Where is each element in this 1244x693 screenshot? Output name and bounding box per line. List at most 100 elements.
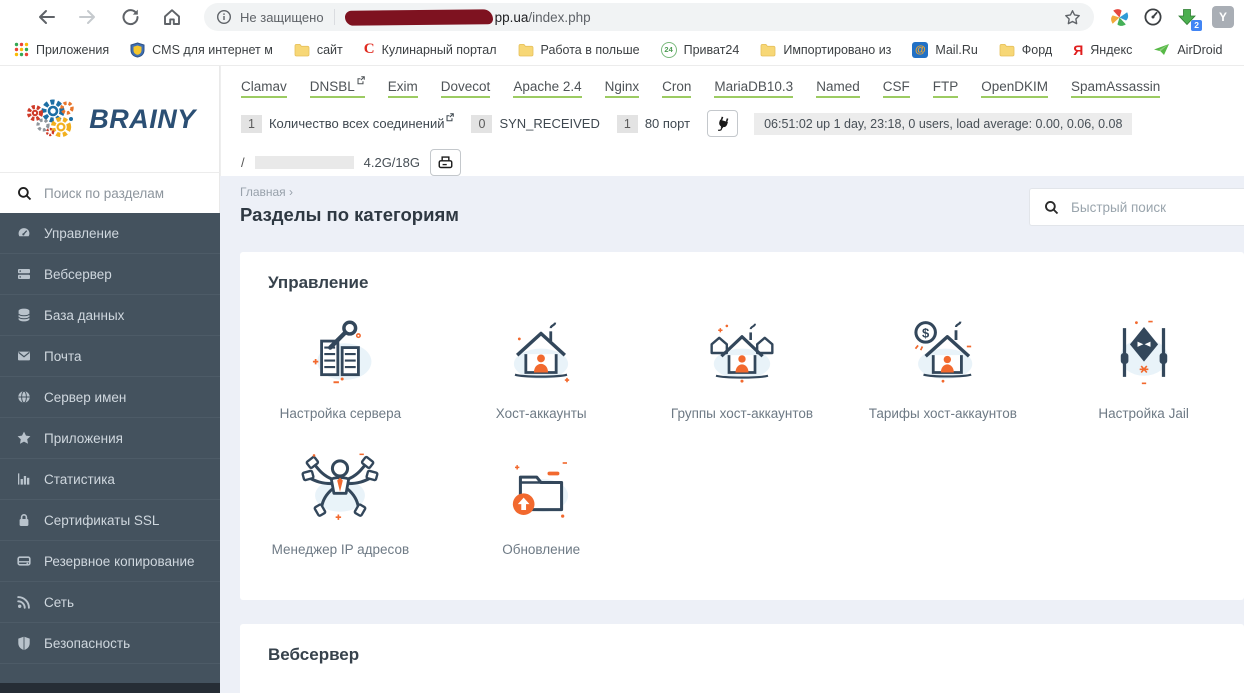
- brand-name: BRAINY: [89, 104, 196, 135]
- link-dovecot[interactable]: Dovecot: [441, 79, 491, 98]
- sidebar-search-input[interactable]: [42, 185, 206, 202]
- link-nginx[interactable]: Nginx: [605, 79, 640, 98]
- bookmark-yandex[interactable]: Я Яндекс: [1073, 42, 1132, 58]
- bookmark-cms[interactable]: CMS для интернет м: [130, 42, 273, 58]
- disk-usage-label: 4.2G/18G: [364, 155, 420, 170]
- external-link-icon: [445, 113, 454, 122]
- home-icon[interactable]: [160, 5, 184, 29]
- external-link-icon: [356, 76, 365, 85]
- brainy-gears-icon: [23, 96, 85, 142]
- section-title: Вебсервер: [268, 645, 1244, 665]
- item-ip-manager[interactable]: Менеджер IP адресов: [240, 445, 441, 557]
- folder-icon: [294, 43, 310, 57]
- stat-count-badge: 1: [241, 115, 262, 133]
- item-host-accounts[interactable]: Хост-аккаунты: [441, 309, 642, 421]
- profile-avatar[interactable]: Y: [1212, 6, 1234, 28]
- link-csf[interactable]: CSF: [883, 79, 910, 98]
- folder-update-icon: [502, 445, 580, 533]
- breadcrumb-chevron: ›: [289, 185, 293, 199]
- link-named[interactable]: Named: [816, 79, 860, 98]
- service-links-row: Clamav DNSBL Exim Dovecot Apache 2.4 Ngi…: [241, 79, 1244, 98]
- bookmark-privat24[interactable]: 24 Приват24: [661, 42, 740, 58]
- gauge-icon: [16, 225, 32, 241]
- sidebar-item-management[interactable]: Управление: [0, 213, 220, 254]
- status-row: 1 Количество всех соединений 0 SYN_RECEI…: [241, 110, 1244, 137]
- link-mariadb[interactable]: MariaDB10.3: [714, 79, 793, 98]
- sidebar-item-apps[interactable]: Приложения: [0, 418, 220, 459]
- address-bar[interactable]: Не защищено pp.ua/index.php: [204, 3, 1094, 31]
- quick-search-input[interactable]: [1069, 199, 1223, 216]
- disk-details-button[interactable]: [430, 149, 461, 176]
- yandex-icon: Я: [1073, 42, 1083, 58]
- sidebar-item-statistics[interactable]: Статистика: [0, 459, 220, 500]
- bookmark-site[interactable]: сайт: [294, 43, 343, 57]
- item-server-settings[interactable]: Настройка сервера: [240, 309, 441, 421]
- section-title: Управление: [268, 273, 1244, 293]
- section-webserver: Вебсервер: [240, 624, 1244, 693]
- bookmark-ford[interactable]: Форд: [999, 43, 1052, 57]
- link-dnsbl[interactable]: DNSBL: [310, 79, 365, 98]
- sidebar-item-security[interactable]: Безопасность: [0, 623, 220, 664]
- stat-connections: 1 Количество всех соединений: [241, 115, 454, 133]
- connections-plug-button[interactable]: [707, 110, 738, 137]
- sidebar-item-network[interactable]: Сеть: [0, 582, 220, 623]
- folder-icon: [999, 43, 1015, 57]
- stat-count-badge: 0: [471, 115, 492, 133]
- sidebar-item-backup[interactable]: Резервное копирование: [0, 541, 220, 582]
- bookmark-airdroid[interactable]: AirDroid: [1153, 43, 1222, 57]
- drive-icon: [16, 553, 32, 569]
- item-jail-settings[interactable]: Настройка Jail: [1043, 309, 1244, 421]
- extension-speedometer-icon[interactable]: [1140, 4, 1166, 30]
- sidebar-footer-strip: [0, 683, 220, 693]
- reload-icon[interactable]: [118, 5, 142, 29]
- sidebar-item-ssl[interactable]: Сертификаты SSL: [0, 500, 220, 541]
- folder-icon: [760, 43, 776, 57]
- paper-plane-icon: [1153, 43, 1170, 56]
- link-opendkim[interactable]: OpenDKIM: [981, 79, 1048, 98]
- search-icon: [17, 186, 32, 201]
- star-icon: [16, 430, 32, 446]
- section-items: Настройка сервера: [240, 309, 1244, 581]
- bookmark-imported[interactable]: Импортировано из: [760, 43, 891, 57]
- breadcrumb-home-link[interactable]: Главная: [240, 185, 286, 199]
- sidebar-item-mail[interactable]: Почта: [0, 336, 220, 377]
- link-spamassassin[interactable]: SpamAssassin: [1071, 79, 1160, 98]
- sidebar-item-webserver[interactable]: Вебсервер: [0, 254, 220, 295]
- printer-icon: [437, 155, 454, 170]
- page-url: pp.ua/index.php: [495, 10, 591, 25]
- stat-port-80: 1 80 порт: [617, 115, 690, 133]
- stat-syn-received: 0 SYN_RECEIVED: [471, 115, 599, 133]
- header: Clamav DNSBL Exim Dovecot Apache 2.4 Ngi…: [220, 66, 1244, 176]
- forward-icon[interactable]: [76, 5, 100, 29]
- bookmark-mailru[interactable]: @ Mail.Ru: [912, 42, 977, 58]
- jail-icon: [1105, 309, 1183, 397]
- bookmarks-bar: Приложения CMS для интернет м сайт C Кул…: [0, 34, 1244, 66]
- section-management: Управление: [240, 252, 1244, 600]
- envelope-icon: [16, 348, 32, 364]
- link-ftp[interactable]: FTP: [933, 79, 959, 98]
- info-icon[interactable]: [216, 9, 232, 25]
- link-cron[interactable]: Cron: [662, 79, 691, 98]
- link-clamav[interactable]: Clamav: [241, 79, 287, 98]
- globe-icon: [16, 389, 32, 405]
- content: Главная › Разделы по категориям Управлен…: [220, 176, 1244, 693]
- bookmark-star-icon[interactable]: [1063, 8, 1082, 27]
- brand-logo[interactable]: BRAINY: [0, 66, 220, 172]
- sidebar: BRAINY Управление Вебсервер База данных …: [0, 66, 220, 693]
- link-apache[interactable]: Apache 2.4: [513, 79, 581, 98]
- extension-download-icon[interactable]: 2: [1174, 4, 1200, 30]
- link-exim[interactable]: Exim: [388, 79, 418, 98]
- house-dollar-icon: $: [904, 309, 982, 397]
- disk-mount-label: /: [241, 155, 245, 170]
- bookmark-rabota[interactable]: Работа в польше: [518, 43, 640, 57]
- item-update[interactable]: Обновление: [441, 445, 642, 557]
- back-icon[interactable]: [34, 5, 58, 29]
- bookmark-apps[interactable]: Приложения: [14, 42, 109, 57]
- sidebar-item-database[interactable]: База данных: [0, 295, 220, 336]
- item-host-groups[interactable]: Группы хост-аккаунтов: [642, 309, 843, 421]
- sidebar-item-nameserver[interactable]: Сервер имен: [0, 377, 220, 418]
- bookmark-kulinar[interactable]: C Кулинарный портал: [364, 41, 497, 58]
- item-host-plans[interactable]: $ Тарифы хост-аккаунтов: [842, 309, 1043, 421]
- extension-pinwheel-icon[interactable]: [1106, 4, 1132, 30]
- stat-count-badge: 1: [617, 115, 638, 133]
